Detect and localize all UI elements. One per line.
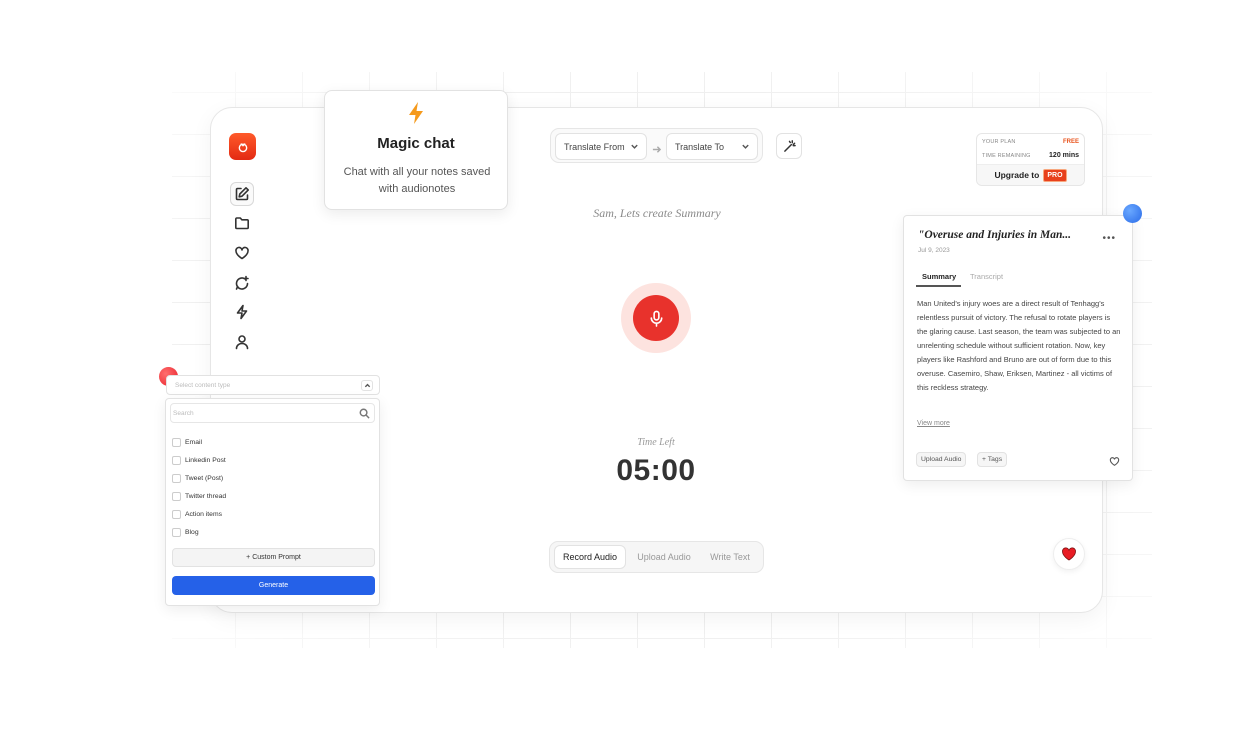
checkbox[interactable] <box>172 473 181 483</box>
translate-from-select[interactable]: Translate From <box>555 133 647 160</box>
content-type-option[interactable]: Email <box>172 436 202 448</box>
checkbox[interactable] <box>172 509 181 519</box>
checkbox[interactable] <box>172 527 181 537</box>
heart-icon <box>235 246 249 260</box>
generate-button[interactable]: Generate <box>172 576 375 595</box>
note-title: "Overuse and Injuries in Man... <box>918 229 1072 241</box>
magic-wand-button[interactable] <box>776 133 802 159</box>
option-label: Email <box>185 438 202 446</box>
chevron-down-icon <box>630 142 639 151</box>
audionotes-logo-icon <box>238 142 247 152</box>
blue-cursor-dot <box>1123 204 1142 223</box>
content-type-select[interactable]: Select content type <box>166 375 380 395</box>
tab-summary[interactable]: Summary <box>922 272 956 281</box>
lightning-icon <box>409 102 423 124</box>
translate-to-label: Translate To <box>675 141 725 152</box>
heart-icon[interactable] <box>1109 454 1120 466</box>
sidebar-item-chat[interactable] <box>230 271 254 295</box>
edit-icon <box>235 187 249 201</box>
heart-filled-icon <box>1062 547 1076 561</box>
input-mode-tabs: Record Audio Upload Audio Write Text <box>549 541 764 573</box>
tab-upload-audio[interactable]: Upload Audio <box>630 545 698 569</box>
upload-audio-chip[interactable]: Upload Audio <box>916 452 967 467</box>
magic-chat-description: Chat with all your notes saved with audi… <box>343 166 491 195</box>
option-label: Twitter thread <box>185 492 227 500</box>
content-type-placeholder: Select content type <box>175 382 231 389</box>
sidebar-item-favorites[interactable] <box>230 241 254 265</box>
translate-to-select[interactable]: Translate To <box>666 133 758 160</box>
option-label: Action items <box>185 510 223 518</box>
magic-chat-popup: Magic chat Chat with all your notes save… <box>324 90 508 210</box>
plan-label: YOUR PLAN <box>982 139 1016 145</box>
sidebar-item-folders[interactable] <box>230 211 254 235</box>
content-type-option[interactable]: Tweet (Post) <box>172 472 223 484</box>
option-label: Blog <box>185 528 199 536</box>
plan-box: YOUR PLAN FREE TIME REMAINING 120 mins U… <box>976 133 1085 186</box>
custom-prompt-button[interactable]: + Custom Prompt <box>172 548 375 567</box>
content-type-option[interactable]: Blog <box>172 526 199 538</box>
chevron-up-icon[interactable] <box>361 380 373 391</box>
summary-body: Man United's injury woes are a direct re… <box>917 299 1121 392</box>
tab-write-text[interactable]: Write Text <box>700 545 760 569</box>
option-label: Linkedin Post <box>185 456 226 464</box>
content-type-search-input[interactable]: Search <box>170 403 375 423</box>
sidebar-item-profile[interactable] <box>230 330 254 354</box>
magic-wand-icon <box>783 139 796 152</box>
translate-bar: Translate From Translate To <box>550 128 763 163</box>
tab-record-audio[interactable]: Record Audio <box>554 545 626 569</box>
checkbox[interactable] <box>172 455 181 465</box>
magic-chat-title: Magic chat <box>377 135 455 152</box>
search-icon <box>359 408 370 419</box>
option-label: Tweet (Post) <box>185 474 224 482</box>
time-left-label: Time Left <box>637 437 675 448</box>
sidebar-item-magic[interactable] <box>230 300 254 324</box>
add-tags-chip[interactable]: + Tags <box>977 452 1008 467</box>
tab-transcript[interactable]: Transcript <box>970 272 1003 281</box>
search-placeholder: Search <box>173 410 194 417</box>
upgrade-label: Upgrade to <box>994 170 1040 180</box>
active-tab-indicator <box>916 285 961 287</box>
upgrade-button[interactable]: Upgrade to PRO <box>977 164 1084 185</box>
note-date: Jul 9, 2023 <box>918 247 950 254</box>
content-type-dropdown: Search Email Linkedin Post Tweet (Post) … <box>165 398 380 606</box>
user-icon <box>235 335 249 350</box>
time-remaining-value: 120 mins <box>1049 152 1079 159</box>
checkbox[interactable] <box>172 437 181 447</box>
note-summary-card: "Overuse and Injuries in Man... ••• Jul … <box>903 215 1133 481</box>
translate-from-label: Translate From <box>564 141 625 152</box>
checkbox[interactable] <box>172 491 181 501</box>
plan-value: FREE <box>1062 139 1079 145</box>
favorite-button[interactable] <box>1053 538 1085 570</box>
content-type-option[interactable]: Twitter thread <box>172 490 226 502</box>
chat-plus-icon <box>235 275 249 290</box>
time-remaining-label: TIME REMAINING <box>982 152 1031 159</box>
record-mic-button[interactable] <box>633 295 679 341</box>
content-type-option[interactable]: Linkedin Post <box>172 454 226 466</box>
greeting-text: Sam, Lets create Summary <box>593 206 721 220</box>
countdown-timer: 05:00 <box>616 454 696 487</box>
microphone-icon <box>650 310 662 327</box>
bolt-icon <box>236 304 248 320</box>
content-type-option[interactable]: Action items <box>172 508 222 520</box>
chevron-down-icon <box>741 142 750 151</box>
app-logo[interactable] <box>229 133 256 160</box>
pro-badge: PRO <box>1043 168 1067 182</box>
sidebar-item-new-note[interactable] <box>230 182 254 206</box>
folder-icon <box>235 217 249 230</box>
view-more-link[interactable]: View more <box>917 420 950 427</box>
arrow-right-icon <box>652 141 662 153</box>
more-dots-icon[interactable]: ••• <box>1102 233 1116 244</box>
